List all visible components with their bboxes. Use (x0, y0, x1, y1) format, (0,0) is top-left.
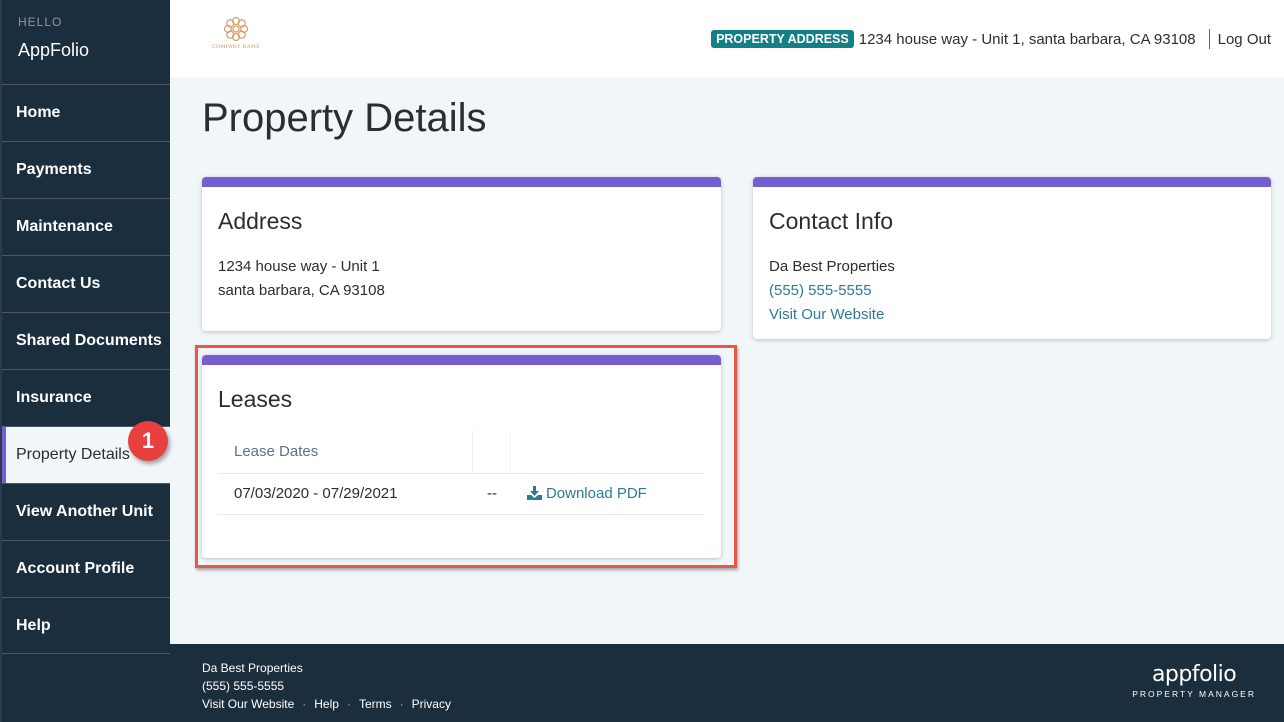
sidebar-greeting: HELLO (18, 15, 63, 29)
contact-info-card: Contact Info Da Best Properties (555) 55… (753, 177, 1271, 339)
footer-info: Da Best Properties (555) 555-5555 Visit … (202, 659, 451, 713)
footer-separator: · (346, 697, 351, 711)
footer-phone: (555) 555-5555 (202, 679, 285, 693)
download-icon (526, 486, 542, 500)
column-header-actions (510, 431, 704, 474)
lease-dates-cell: 07/03/2020 - 07/29/2021 (218, 473, 473, 515)
footer-link-help[interactable]: Help (314, 697, 339, 711)
appfolio-brand-word: appfolio (1151, 662, 1237, 687)
footer-separator: · (302, 697, 307, 711)
footer-company: Da Best Properties (202, 661, 303, 675)
address-card: Address 1234 house way - Unit 1 santa ba… (202, 177, 721, 331)
address-line-2: santa barbara, CA 93108 (218, 282, 385, 299)
step-number-badge: 1 (128, 421, 168, 461)
column-header-status (472, 431, 512, 474)
sidebar-app-name: AppFolio (18, 40, 90, 60)
sidebar-item-account-profile[interactable]: Account Profile (2, 540, 170, 597)
leases-table-header: Lease Dates (218, 431, 704, 474)
header-right: PROPERTY ADDRESS 1234 house way - Unit 1… (711, 29, 1271, 49)
page-title: Property Details (202, 96, 487, 140)
footer-link-terms[interactable]: Terms (359, 697, 392, 711)
address-card-body: 1234 house way - Unit 1 santa barbara, C… (218, 255, 385, 303)
leases-card: Leases Lease Dates 07/03/2020 - 07/29/20… (202, 355, 721, 558)
column-header-lease-dates: Lease Dates (218, 431, 473, 474)
flower-logo-icon (223, 16, 249, 42)
download-pdf-link[interactable]: Download PDF (526, 485, 647, 502)
lease-action-cell: Download PDF (510, 473, 704, 515)
sidebar: HELLO AppFolio Home Payments Maintenance… (0, 0, 170, 722)
company-logo: COMPANY NAME (210, 16, 262, 56)
property-address-badge: PROPERTY ADDRESS (711, 30, 854, 48)
lease-status-cell: -- (472, 473, 511, 515)
sidebar-item-insurance[interactable]: Insurance (2, 369, 170, 426)
sidebar-item-view-another-unit[interactable]: View Another Unit (2, 483, 170, 540)
footer-link-privacy[interactable]: Privacy (412, 697, 451, 711)
contact-company: Da Best Properties (769, 258, 895, 275)
address-line-1: 1234 house way - Unit 1 (218, 258, 380, 275)
appfolio-logo: appfolio PROPERTY MANAGER (1132, 662, 1256, 700)
contact-website-link[interactable]: Visit Our Website (769, 303, 895, 327)
sidebar-item-contact-us[interactable]: Contact Us (2, 255, 170, 312)
sidebar-item-home[interactable]: Home (2, 84, 170, 141)
header-address: 1234 house way - Unit 1, santa barbara, … (858, 30, 1196, 48)
leases-card-title: Leases (218, 386, 293, 412)
sidebar-item-payments[interactable]: Payments (2, 141, 170, 198)
logout-link[interactable]: Log Out (1218, 31, 1271, 48)
contact-card-title: Contact Info (769, 208, 894, 234)
leases-table: Lease Dates 07/03/2020 - 07/29/2021 -- D… (218, 431, 704, 515)
sidebar-nav: Home Payments Maintenance Contact Us Sha… (2, 84, 170, 654)
sidebar-item-shared-documents[interactable]: Shared Documents (2, 312, 170, 369)
appfolio-brand-subtitle: PROPERTY MANAGER (1132, 689, 1256, 699)
contact-phone-link[interactable]: (555) 555-5555 (769, 279, 895, 303)
footer-links: Visit Our Website · Help · Terms · Privacy (202, 695, 451, 713)
footer: Da Best Properties (555) 555-5555 Visit … (170, 644, 1284, 722)
sidebar-item-maintenance[interactable]: Maintenance (2, 198, 170, 255)
top-header: COMPANY NAME PROPERTY ADDRESS 1234 house… (170, 0, 1284, 77)
footer-link-website[interactable]: Visit Our Website (202, 697, 294, 711)
header-divider (1208, 29, 1210, 49)
contact-card-body: Da Best Properties (555) 555-5555 Visit … (769, 255, 895, 327)
sidebar-item-help[interactable]: Help (2, 597, 170, 654)
download-pdf-label: Download PDF (545, 485, 647, 502)
logo-company-name: COMPANY NAME (212, 44, 260, 50)
address-card-title: Address (218, 208, 303, 234)
table-row: 07/03/2020 - 07/29/2021 -- Download PDF (218, 473, 704, 515)
footer-separator: · (399, 697, 404, 711)
